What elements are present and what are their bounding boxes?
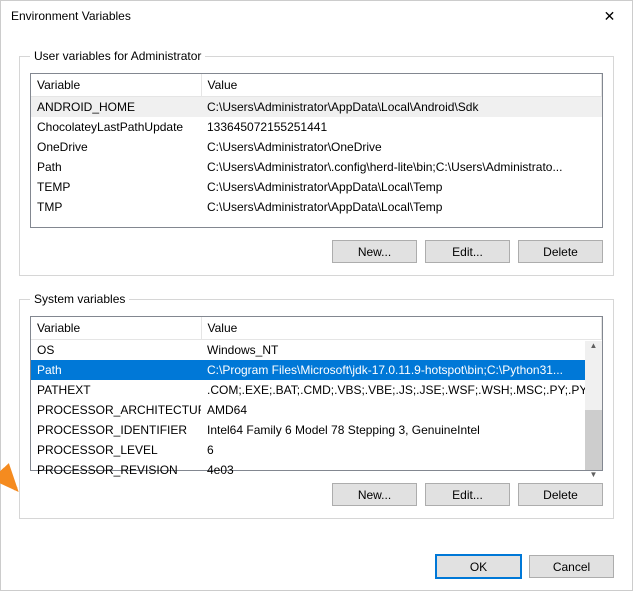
system-delete-button[interactable]: Delete <box>518 483 603 506</box>
cell-value: 4e03 <box>201 460 602 480</box>
user-new-button[interactable]: New... <box>332 240 417 263</box>
cell-variable: Path <box>31 157 201 177</box>
cell-value: C:\Users\Administrator\OneDrive <box>201 137 602 157</box>
user-variables-legend: User variables for Administrator <box>30 49 205 63</box>
table-row[interactable]: PathC:\Users\Administrator\.config\herd-… <box>31 157 602 177</box>
user-edit-button[interactable]: Edit... <box>425 240 510 263</box>
titlebar: Environment Variables ✕ <box>1 1 632 31</box>
close-icon: ✕ <box>604 8 616 25</box>
cell-value: .COM;.EXE;.BAT;.CMD;.VBS;.VBE;.JS;.JSE;.… <box>201 380 602 400</box>
user-variables-listview[interactable]: Variable Value ANDROID_HOMEC:\Users\Admi… <box>30 73 603 228</box>
cell-variable: PROCESSOR_LEVEL <box>31 440 201 460</box>
user-variables-group: User variables for Administrator Variabl… <box>19 49 614 276</box>
table-row[interactable]: PROCESSOR_ARCHITECTUREAMD64 <box>31 400 602 420</box>
cell-value: Intel64 Family 6 Model 78 Stepping 3, Ge… <box>201 420 602 440</box>
user-col-value[interactable]: Value <box>201 74 602 97</box>
cell-variable: PATHEXT <box>31 380 201 400</box>
system-col-value[interactable]: Value <box>201 317 602 340</box>
cell-value: Windows_NT <box>201 340 602 361</box>
system-new-button[interactable]: New... <box>332 483 417 506</box>
cell-variable: Path <box>31 360 201 380</box>
table-row[interactable]: PathC:\Program Files\Microsoft\jdk-17.0.… <box>31 360 602 380</box>
table-row[interactable]: ChocolateyLastPathUpdate1336450721552514… <box>31 117 602 137</box>
dialog-footer: OK Cancel <box>436 555 614 578</box>
table-row[interactable]: PATHEXT.COM;.EXE;.BAT;.CMD;.VBS;.VBE;.JS… <box>31 380 602 400</box>
dialog-content: User variables for Administrator Variabl… <box>1 31 632 545</box>
cell-value: C:\Program Files\Microsoft\jdk-17.0.11.9… <box>201 360 602 380</box>
system-edit-button[interactable]: Edit... <box>425 483 510 506</box>
table-row[interactable]: TMPC:\Users\Administrator\AppData\Local\… <box>31 197 602 217</box>
scroll-up-icon[interactable]: ▲ <box>585 341 602 350</box>
cell-variable: ANDROID_HOME <box>31 97 201 118</box>
system-variables-listview[interactable]: Variable Value OSWindows_NTPathC:\Progra… <box>30 316 603 471</box>
cell-variable: ChocolateyLastPathUpdate <box>31 117 201 137</box>
cell-variable: TMP <box>31 197 201 217</box>
user-delete-button[interactable]: Delete <box>518 240 603 263</box>
table-row[interactable]: PROCESSOR_IDENTIFIERIntel64 Family 6 Mod… <box>31 420 602 440</box>
cell-value: 133645072155251441 <box>201 117 602 137</box>
table-row[interactable]: TEMPC:\Users\Administrator\AppData\Local… <box>31 177 602 197</box>
scroll-down-icon[interactable]: ▼ <box>585 470 602 479</box>
user-col-variable[interactable]: Variable <box>31 74 201 97</box>
system-button-row: New... Edit... Delete <box>30 483 603 506</box>
user-button-row: New... Edit... Delete <box>30 240 603 263</box>
system-col-variable[interactable]: Variable <box>31 317 201 340</box>
cell-variable: OneDrive <box>31 137 201 157</box>
cell-variable: PROCESSOR_IDENTIFIER <box>31 420 201 440</box>
system-variables-group: System variables Variable Value OSWindow… <box>19 292 614 519</box>
ok-button[interactable]: OK <box>436 555 521 578</box>
window-title: Environment Variables <box>11 9 587 23</box>
system-scrollbar[interactable]: ▲ ▼ <box>585 341 602 470</box>
cell-value: C:\Users\Administrator\.config\herd-lite… <box>201 157 602 177</box>
environment-variables-dialog: Environment Variables ✕ User variables f… <box>0 0 633 591</box>
table-row[interactable]: OSWindows_NT <box>31 340 602 361</box>
table-row[interactable]: OneDriveC:\Users\Administrator\OneDrive <box>31 137 602 157</box>
table-row[interactable]: PROCESSOR_LEVEL6 <box>31 440 602 460</box>
cell-value: AMD64 <box>201 400 602 420</box>
system-variables-table: Variable Value OSWindows_NTPathC:\Progra… <box>31 317 602 480</box>
cell-variable: TEMP <box>31 177 201 197</box>
system-variables-legend: System variables <box>30 292 129 306</box>
cell-value: C:\Users\Administrator\AppData\Local\Tem… <box>201 197 602 217</box>
cell-value: 6 <box>201 440 602 460</box>
scroll-thumb[interactable] <box>585 410 602 470</box>
table-row[interactable]: ANDROID_HOMEC:\Users\Administrator\AppDa… <box>31 97 602 118</box>
cell-variable: PROCESSOR_ARCHITECTURE <box>31 400 201 420</box>
cell-variable: PROCESSOR_REVISION <box>31 460 201 480</box>
cell-value: C:\Users\Administrator\AppData\Local\Tem… <box>201 177 602 197</box>
close-button[interactable]: ✕ <box>587 1 632 31</box>
cancel-button[interactable]: Cancel <box>529 555 614 578</box>
table-row[interactable]: PROCESSOR_REVISION4e03 <box>31 460 602 480</box>
cell-value: C:\Users\Administrator\AppData\Local\And… <box>201 97 602 118</box>
user-variables-table: Variable Value ANDROID_HOMEC:\Users\Admi… <box>31 74 602 217</box>
cell-variable: OS <box>31 340 201 361</box>
